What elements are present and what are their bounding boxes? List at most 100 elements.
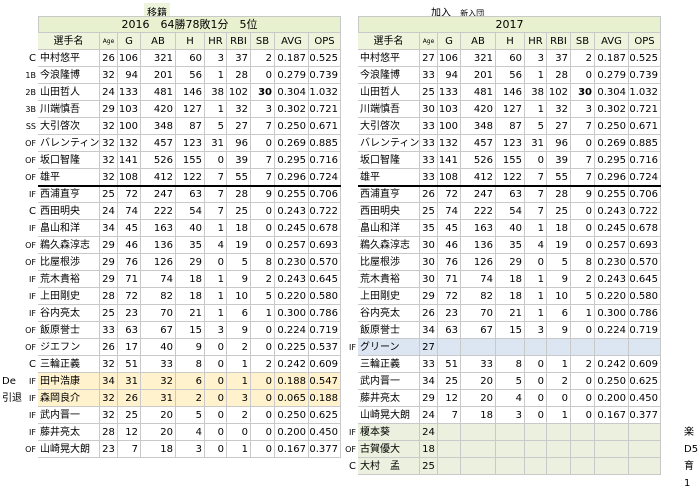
cell-hits: 15 <box>496 322 525 339</box>
cell-games: 12 <box>118 424 141 441</box>
cell-ops: 0.537 <box>309 339 341 356</box>
cell-avg: 0.250 <box>275 407 309 424</box>
cell-age: 33 <box>420 118 438 135</box>
cell-age: 30 <box>420 271 438 288</box>
cell-games: 26 <box>118 390 141 407</box>
cell-rbi: 1 <box>547 356 571 373</box>
cell-hits <box>496 424 525 441</box>
cell-rbi: 5 <box>227 254 251 271</box>
cell-home-runs: 7 <box>205 203 227 220</box>
cell-home-runs: 4 <box>525 237 547 254</box>
cell-games: 141 <box>118 152 141 169</box>
cell-age: 34 <box>100 220 118 237</box>
cell-player-name: 雄平 <box>38 169 100 186</box>
cell-hits: 21 <box>496 305 525 322</box>
cell-at-bats: 18 <box>461 407 496 424</box>
cell-at-bats: 247 <box>461 186 496 203</box>
cell-stolen-bases: 1 <box>571 305 595 322</box>
cell-home-runs: 1 <box>205 220 227 237</box>
cell-at-bats <box>461 339 496 356</box>
cell-home-runs: 0 <box>525 407 547 424</box>
cell-avg: 0.300 <box>275 305 309 322</box>
cell-ops: 0.719 <box>629 322 661 339</box>
column-header-age: Age <box>420 33 438 50</box>
cell-player-name: 鵜久森淳志 <box>358 237 420 254</box>
cell-age: 25 <box>100 186 118 203</box>
position-label: OF <box>25 241 36 250</box>
cell-hits: 122 <box>176 169 205 186</box>
cell-hits: 60 <box>496 50 525 67</box>
cell-at-bats: 412 <box>461 169 496 186</box>
cell-hits <box>496 441 525 458</box>
cell-ops: 0.450 <box>309 424 341 441</box>
cell-avg: 0.255 <box>275 186 309 203</box>
cell-avg: 0.295 <box>595 152 629 169</box>
cell-age: 25 <box>420 203 438 220</box>
cell-age: 24 <box>420 407 438 424</box>
cell-avg: 0.250 <box>275 118 309 135</box>
cell-player-name: 坂口智隆 <box>358 152 420 169</box>
cell-games: 72 <box>118 186 141 203</box>
cell-at-bats: 222 <box>141 203 176 220</box>
cell-rbi: 28 <box>227 186 251 203</box>
position-label: OF <box>25 258 36 267</box>
position-label: C <box>29 206 36 217</box>
cell-avg: 0.245 <box>275 220 309 237</box>
cell-at-bats: 126 <box>141 254 176 271</box>
row-note: De <box>2 376 16 387</box>
cell-rbi <box>547 458 571 475</box>
season-banner: 2017 <box>358 16 661 33</box>
cell-ops <box>629 441 661 458</box>
cell-hits: 87 <box>176 118 205 135</box>
cell-home-runs: 1 <box>205 101 227 118</box>
cell-games: 132 <box>118 135 141 152</box>
cell-ops: 0.706 <box>629 186 661 203</box>
cell-avg: 0.257 <box>595 237 629 254</box>
cell-player-name: 坂口智隆 <box>38 152 100 169</box>
column-header-age: Age <box>100 33 118 50</box>
cell-age: 33 <box>100 322 118 339</box>
column-header-player-name: 選手名 <box>38 33 100 50</box>
cell-player-name: 今浪隆博 <box>358 67 420 84</box>
cell-avg: 0.243 <box>275 271 309 288</box>
cell-player-name: 山崎晃大朗 <box>38 441 100 458</box>
cell-avg <box>595 458 629 475</box>
cell-games: 25 <box>438 373 461 390</box>
cell-player-name: 田中浩康 <box>38 373 100 390</box>
cell-at-bats <box>461 424 496 441</box>
cell-ops: 0.377 <box>629 407 661 424</box>
cell-avg <box>595 441 629 458</box>
cell-avg: 0.188 <box>275 373 309 390</box>
cell-ops: 0.706 <box>309 186 341 203</box>
cell-avg: 0.302 <box>595 101 629 118</box>
cell-home-runs: 1 <box>525 67 547 84</box>
cell-hits: 2 <box>176 390 205 407</box>
position-label: IF <box>349 343 356 352</box>
cell-player-name: 大引啓次 <box>358 118 420 135</box>
cell-ops: 0.724 <box>629 169 661 186</box>
cell-age: 29 <box>100 254 118 271</box>
cell-home-runs: 1 <box>205 288 227 305</box>
cell-avg: 0.065 <box>275 390 309 407</box>
cell-hits: 18 <box>176 288 205 305</box>
cell-ops: 1.032 <box>309 84 341 101</box>
cell-ops: 0.450 <box>629 390 661 407</box>
cell-home-runs: 31 <box>525 135 547 152</box>
cell-hits: 54 <box>176 203 205 220</box>
cell-stolen-bases: 7 <box>251 118 275 135</box>
column-header-games: G <box>118 33 141 50</box>
position-label: IF <box>29 190 36 199</box>
cell-age: 29 <box>100 271 118 288</box>
cell-age: 28 <box>100 288 118 305</box>
cell-rbi: 39 <box>547 152 571 169</box>
cell-at-bats: 457 <box>461 135 496 152</box>
cell-avg: 0.304 <box>595 84 629 101</box>
row-note: 楽 <box>684 427 694 438</box>
cell-avg: 0.269 <box>275 135 309 152</box>
cell-games: 103 <box>118 101 141 118</box>
cell-rbi: 2 <box>547 373 571 390</box>
cell-player-name: 山田哲人 <box>38 84 100 101</box>
cell-stolen-bases: 0 <box>571 322 595 339</box>
cell-player-name: 三輪正義 <box>38 356 100 373</box>
position-label: OF <box>25 445 36 454</box>
